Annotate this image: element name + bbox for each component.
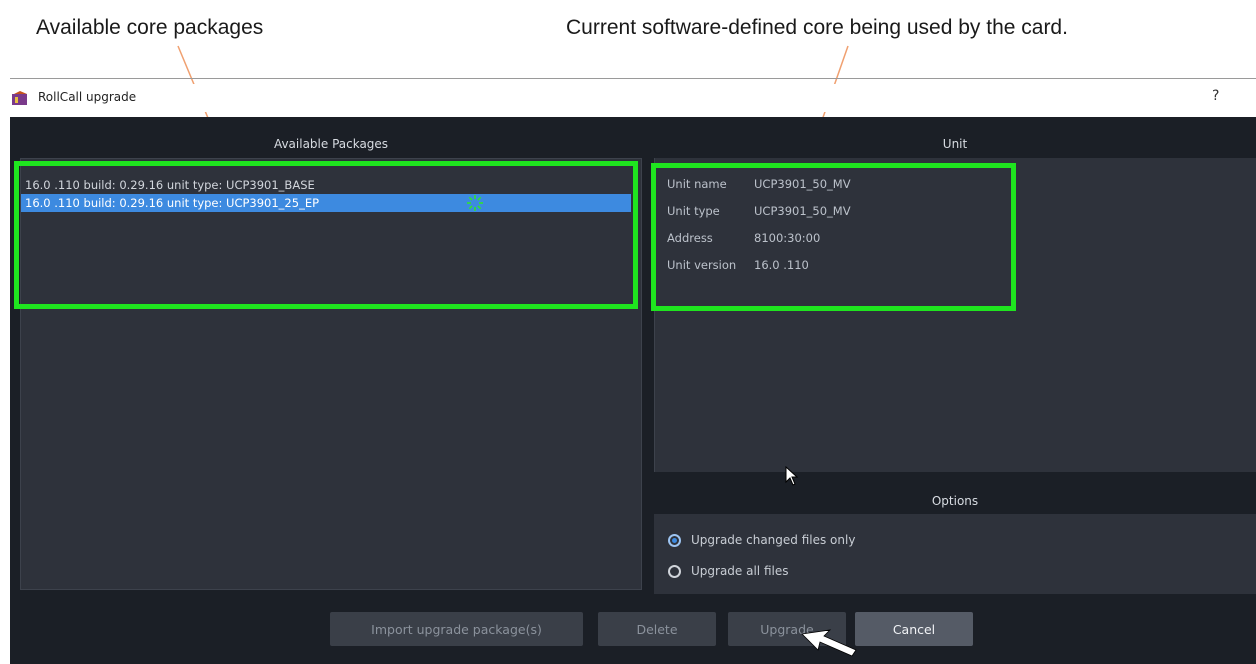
window-top-border: [10, 78, 1256, 79]
import-package-button[interactable]: Import upgrade package(s): [330, 612, 583, 646]
option-all-files-label: Upgrade all files: [691, 564, 789, 578]
rollcall-app-icon: [12, 91, 27, 105]
highlight-unit-box: [651, 163, 1016, 311]
options-header: Options: [931, 494, 979, 508]
cancel-button[interactable]: Cancel: [855, 612, 973, 646]
options-panel: [654, 514, 1256, 594]
option-changed-files-only[interactable]: Upgrade changed files only: [668, 530, 855, 550]
title-bar: [10, 84, 1256, 112]
delete-button[interactable]: Delete: [598, 612, 716, 646]
annotation-arrow-icon: [801, 629, 857, 657]
option-changed-files-label: Upgrade changed files only: [691, 533, 856, 547]
callout-available-packages: Available core packages: [36, 16, 264, 39]
packages-header: Available Packages: [273, 137, 389, 151]
window-title: RollCall upgrade: [38, 90, 137, 104]
mouse-pointer-icon: [785, 466, 799, 486]
unit-header: Unit: [942, 137, 968, 151]
radio-checked-icon[interactable]: [668, 533, 681, 547]
radio-unchecked-icon[interactable]: [668, 564, 681, 578]
highlight-packages-box: [14, 161, 638, 309]
help-button[interactable]: ?: [1212, 88, 1219, 104]
callout-current-core: Current software-defined core being used…: [566, 16, 1068, 39]
option-all-files[interactable]: Upgrade all files: [668, 561, 788, 581]
